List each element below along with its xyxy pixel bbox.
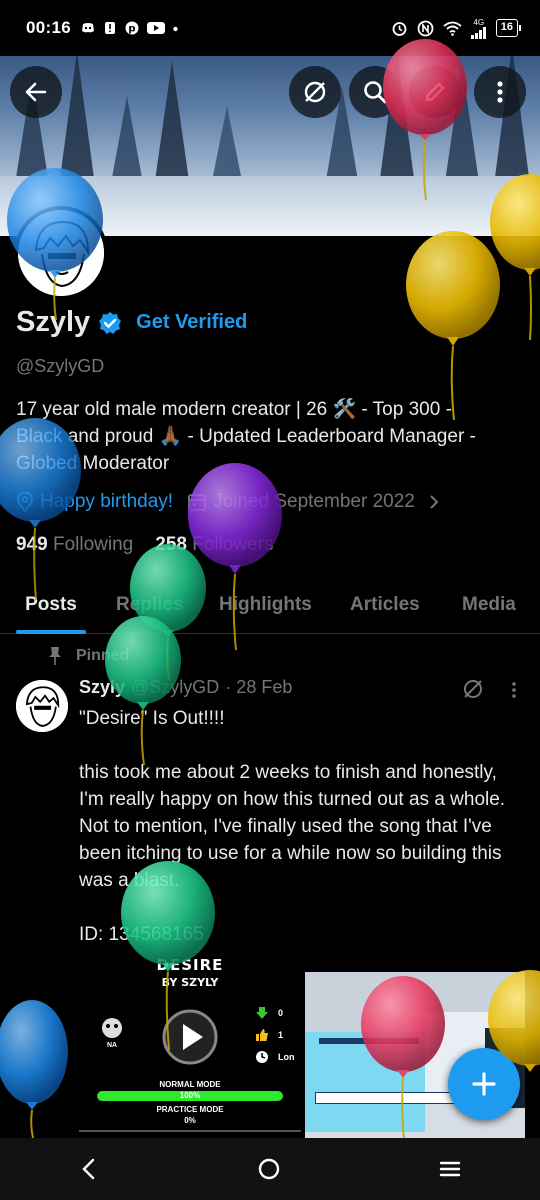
nav-back-icon[interactable]	[79, 1157, 99, 1181]
pinterest-icon: p	[125, 21, 139, 35]
dot-icon	[173, 26, 178, 32]
followers-count: 258	[155, 534, 187, 555]
grok-icon[interactable]	[462, 678, 484, 700]
like-icon	[256, 1029, 268, 1041]
post-media-image[interactable]: Desire By Szyly NA 0 1 Lon Normal Mode 1…	[79, 948, 301, 1138]
avatar-image	[18, 210, 104, 296]
follow-stats: 949 Following 258 Followers	[16, 534, 274, 556]
get-verified-link[interactable]: Get Verified	[136, 311, 247, 334]
discord-icon	[81, 23, 94, 33]
notification-icons: p	[81, 21, 178, 35]
profile-name-row: Szyly Get Verified	[16, 306, 247, 339]
signal-icon	[470, 26, 486, 39]
profile-avatar[interactable]	[14, 206, 108, 300]
status-time: 00:16	[26, 18, 71, 37]
grok-icon	[304, 81, 326, 103]
bio-line: Globed Moderator	[16, 453, 170, 474]
calendar-icon	[188, 494, 206, 511]
tab-media[interactable]: Media	[462, 582, 516, 634]
bio-line: Black and proud 🙏🏾 - Updated Leaderboard…	[16, 426, 476, 447]
post-author-name[interactable]: Szyly	[79, 677, 125, 698]
avatar-image	[16, 680, 68, 732]
downloads-count: 0	[278, 1008, 284, 1018]
likes-count: 1	[278, 1030, 284, 1040]
svg-text:p: p	[128, 24, 135, 35]
clock-icon	[256, 1051, 268, 1063]
profile-name: Szyly	[16, 306, 91, 338]
back-button[interactable]	[10, 66, 62, 118]
location-pin-icon	[17, 492, 33, 512]
following-label: Following	[52, 534, 134, 555]
level-author: By Szyly	[161, 976, 219, 989]
followers-label: Followers	[192, 534, 274, 555]
tab-highlights[interactable]: Highlights	[219, 582, 312, 634]
more-vertical-icon	[497, 81, 503, 103]
back-arrow-icon	[25, 82, 47, 102]
tab-replies[interactable]: Replies	[116, 582, 184, 634]
signal-group: 4G	[470, 17, 487, 39]
practice-progress-bar	[79, 1130, 301, 1138]
tab-posts[interactable]: Posts	[16, 582, 86, 634]
following-link[interactable]: 949 Following	[16, 534, 133, 556]
download-icon	[256, 1007, 268, 1019]
length-label: Lon	[278, 1052, 295, 1062]
profile-handle: @SzylyGD	[16, 356, 105, 376]
wifi-icon	[443, 21, 462, 36]
joined-date: Joined September 2022	[213, 491, 415, 512]
youtube-icon	[146, 22, 165, 34]
post-more-icon[interactable]	[510, 680, 518, 700]
normal-mode-label: Normal Mode	[159, 1080, 221, 1089]
compose-post-button[interactable]	[448, 1048, 520, 1120]
post-date: · 28 Feb	[225, 677, 293, 697]
practice-percent: 0%	[184, 1116, 196, 1125]
practice-mode-label: Practice Mode	[156, 1105, 224, 1114]
play-button-icon	[162, 1009, 218, 1065]
edit-button[interactable]	[409, 66, 461, 118]
plus-icon	[472, 1072, 496, 1096]
edit-icon	[425, 82, 445, 102]
post-author-avatar[interactable]	[16, 680, 68, 732]
status-bar: 00:16 p 4G 16	[0, 0, 540, 56]
network-type: 4G	[473, 17, 485, 27]
pinned-label: Pinned	[76, 647, 130, 664]
search-button[interactable]	[349, 66, 401, 118]
post-author-handle: @SzylyGD	[131, 677, 220, 697]
system-nav-bar	[0, 1138, 540, 1200]
post-text: "Desire" Is Out!!!! this took me about 2…	[79, 708, 506, 945]
difficulty-label: NA	[106, 1042, 118, 1049]
normal-percent: 100%	[179, 1091, 201, 1100]
search-icon	[364, 81, 387, 104]
bio-line: 17 year old male modern creator | 26 🛠️ …	[16, 399, 452, 420]
followers-link[interactable]: 258 Followers	[155, 534, 273, 556]
grok-button[interactable]	[289, 66, 341, 118]
post-header: Szyly @SzylyGD · 28 Feb	[79, 677, 292, 698]
status-right: 4G 16	[391, 17, 522, 39]
birthday-text: Happy birthday!	[40, 491, 174, 512]
alarm-icon	[392, 21, 407, 36]
battery-indicator: 16	[495, 19, 522, 37]
profile-meta-row: Happy birthday! Joined September 2022	[16, 491, 441, 513]
following-count: 949	[16, 534, 48, 555]
chevron-right-icon[interactable]	[427, 494, 441, 510]
nav-home-icon[interactable]	[257, 1157, 281, 1181]
nfc-icon	[417, 20, 434, 36]
level-title: Desire	[156, 956, 224, 974]
tab-articles[interactable]: Articles	[350, 582, 420, 634]
balloon-yellow	[406, 231, 500, 421]
balloon-blue	[0, 1000, 68, 1139]
nav-recents-icon[interactable]	[439, 1159, 461, 1179]
profile-bio: 17 year old male modern creator | 26 🛠️ …	[16, 396, 526, 477]
profile-tabs: Posts Replies Highlights Articles Media	[0, 582, 540, 634]
verified-badge-icon	[99, 311, 122, 334]
more-button[interactable]	[474, 66, 526, 118]
pinned-indicator: Pinned	[48, 646, 129, 666]
alert-icon	[104, 22, 115, 34]
pin-icon	[49, 647, 61, 665]
difficulty-face-icon	[102, 1018, 122, 1038]
